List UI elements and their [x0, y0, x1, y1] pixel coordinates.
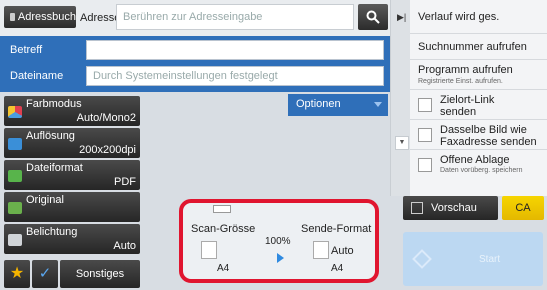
resolution-button[interactable]: Auflösung 200x200dpi: [4, 128, 140, 158]
preview-button[interactable]: Vorschau: [403, 196, 498, 220]
send-format-auto: Auto: [331, 245, 354, 257]
options-label: Optionen: [296, 98, 341, 110]
exposure-title: Belichtung: [26, 226, 78, 238]
page-icon: [313, 241, 329, 259]
open-storage-item[interactable]: Offene Ablage Daten vorüberg. speichern: [410, 150, 547, 180]
search-button[interactable]: [358, 4, 388, 30]
address-book-label: Adressbuch: [17, 11, 76, 23]
scan-size-panel[interactable]: Scan-Grösse Sende-Format 100% Auto A4 A4: [179, 199, 379, 283]
panel-divider: ▶| ▼: [390, 0, 410, 196]
original-icon: [8, 202, 22, 214]
subject-field[interactable]: [86, 40, 384, 60]
others-button[interactable]: Sonstiges: [60, 260, 140, 288]
history-label: Verlauf wird ges.: [418, 11, 500, 23]
file-format-value: PDF: [114, 176, 136, 188]
check-button[interactable]: ✓: [32, 260, 58, 288]
favorite-button[interactable]: ★: [4, 260, 30, 288]
start-icon: [412, 249, 432, 269]
open-storage-line1: Offene Ablage: [440, 154, 510, 166]
filename-label: Dateiname: [10, 70, 64, 82]
search-number-label: Suchnummer aufrufen: [418, 41, 527, 53]
same-image-line2: Faxadresse senden: [440, 136, 537, 148]
options-button[interactable]: Optionen: [288, 94, 388, 116]
resolution-value: 200x200dpi: [79, 144, 136, 156]
history-item[interactable]: Verlauf wird ges.: [410, 0, 547, 34]
target-link-line1: Zielort-Link: [440, 94, 495, 106]
original-button[interactable]: Original: [4, 192, 140, 222]
color-mode-value: Auto/Mono2: [76, 112, 136, 124]
exposure-icon: [8, 234, 22, 246]
address-book-icon: [10, 13, 15, 21]
target-link-item[interactable]: Zielort-Link senden: [410, 90, 547, 120]
start-button[interactable]: Start: [403, 232, 543, 286]
file-format-icon: [8, 170, 22, 182]
document-icon: [213, 205, 231, 213]
start-label: Start: [479, 254, 501, 265]
open-storage-sub: Daten vorüberg. speichern: [440, 167, 523, 174]
address-bar: Adressbuch Adresse Berühren zur Adressei…: [0, 0, 390, 36]
resolution-icon: [8, 138, 22, 150]
resolution-title: Auflösung: [26, 130, 75, 142]
star-icon: ★: [9, 265, 25, 282]
action-panel: Verlauf wird ges. Suchnummer aufrufen Pr…: [410, 0, 547, 196]
scan-size-value: A4: [217, 263, 230, 274]
same-image-line1: Dasselbe Bild wie: [440, 124, 527, 136]
expand-panel-icon[interactable]: ▶|: [397, 12, 406, 23]
scan-size-label: Scan-Grösse: [191, 223, 256, 235]
bottom-toolbar: ★ ✓ Sonstiges: [4, 260, 140, 288]
original-title: Original: [26, 194, 64, 206]
search-icon: [366, 10, 380, 24]
target-link-checkbox[interactable]: [418, 98, 432, 112]
open-storage-checkbox[interactable]: [418, 158, 432, 172]
filename-row: Dateiname Durch Systemeinstellungen fest…: [0, 64, 390, 88]
address-label: Adresse: [80, 12, 121, 24]
file-format-title: Dateiformat: [26, 162, 83, 174]
color-mode-button[interactable]: Farbmodus Auto/Mono2: [4, 96, 140, 126]
program-label: Programm aufrufen: [418, 64, 513, 76]
checkmark-icon: ✓: [38, 265, 52, 282]
preview-icon: [411, 202, 423, 214]
scale-percent: 100%: [265, 236, 291, 247]
scroll-down-button[interactable]: ▼: [395, 136, 409, 150]
color-mode-title: Farbmodus: [26, 98, 82, 110]
subject-label: Betreff: [10, 44, 43, 56]
file-format-button[interactable]: Dateiformat PDF: [4, 160, 140, 190]
program-sub: Registrierte Einst. aufrufen.: [418, 78, 503, 85]
address-book-button[interactable]: Adressbuch: [4, 6, 76, 28]
color-mode-icon: [8, 106, 22, 118]
arrow-right-icon: [277, 253, 284, 263]
same-image-item[interactable]: Dasselbe Bild wie Faxadresse senden: [410, 120, 547, 150]
preview-label: Vorschau: [431, 202, 477, 214]
address-input[interactable]: Berühren zur Adresseingabe: [116, 4, 354, 30]
program-item[interactable]: Programm aufrufen Registrierte Einst. au…: [410, 60, 547, 90]
search-number-item[interactable]: Suchnummer aufrufen: [410, 34, 547, 60]
send-form: Betreff Dateiname Durch Systemeinstellun…: [0, 36, 390, 92]
ca-button[interactable]: CA: [502, 196, 544, 220]
exposure-button[interactable]: Belichtung Auto: [4, 224, 140, 254]
page-icon: [201, 241, 217, 259]
send-format-value: A4: [331, 263, 344, 274]
same-image-checkbox[interactable]: [418, 128, 432, 142]
target-link-line2: senden: [440, 106, 477, 118]
send-format-label: Sende-Format: [301, 223, 372, 235]
filename-field[interactable]: Durch Systemeinstellungen festgelegt: [86, 66, 384, 86]
chevron-down-icon: [374, 102, 382, 107]
subject-row: Betreff: [0, 38, 390, 62]
exposure-value: Auto: [113, 240, 136, 252]
